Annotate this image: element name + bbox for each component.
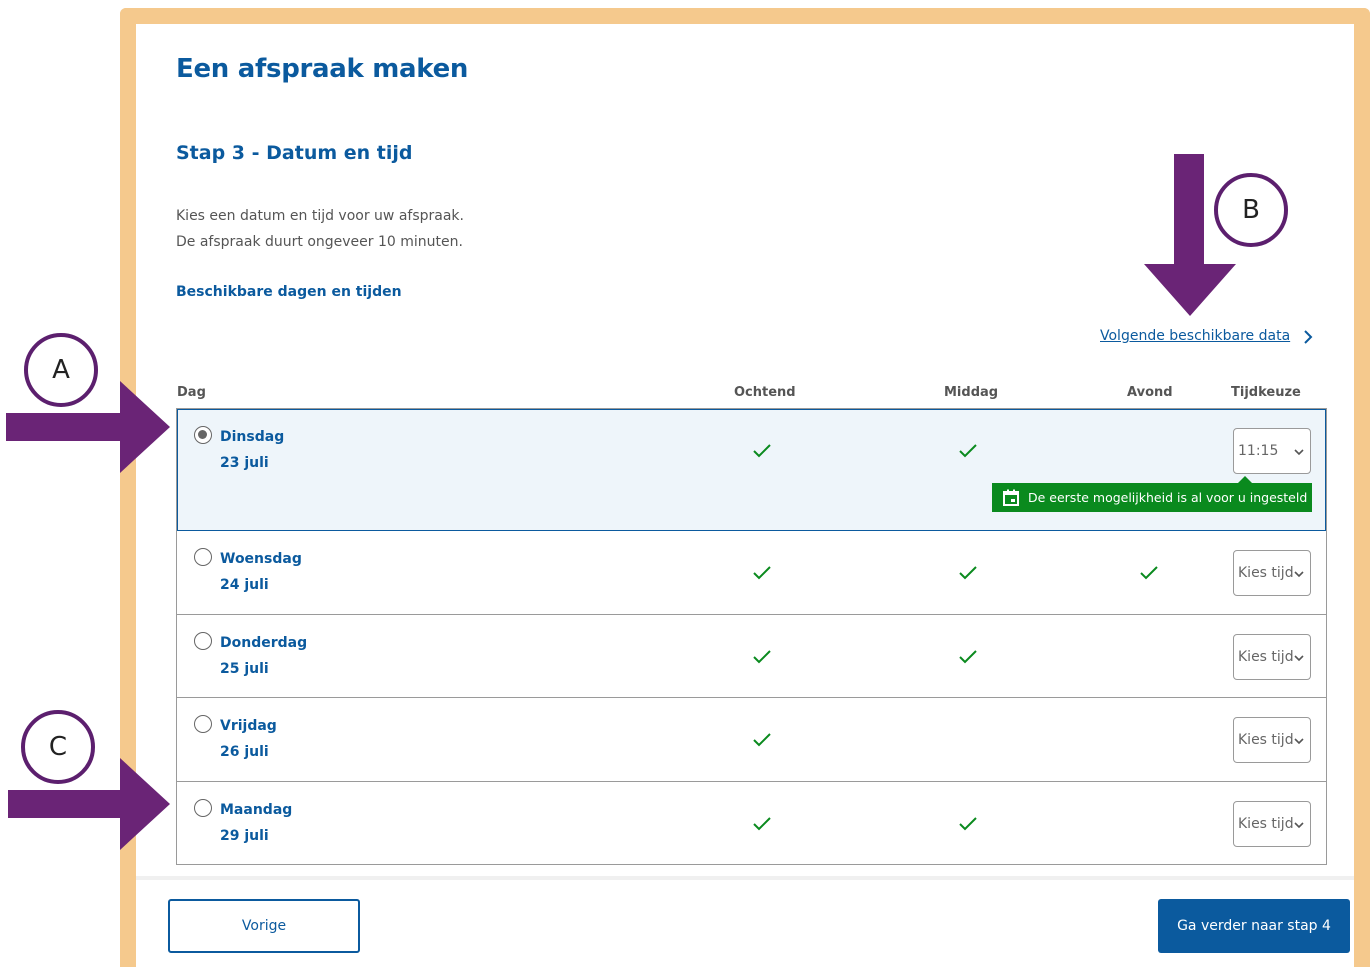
check-icon [959, 817, 977, 831]
check-icon [753, 444, 771, 458]
time-select-value: Kies tijd [1238, 565, 1294, 581]
calendar-icon [1003, 489, 1019, 506]
check-icon [1140, 566, 1158, 580]
check-icon [753, 566, 771, 580]
time-select[interactable]: 11:15 [1233, 428, 1311, 474]
check-icon [753, 733, 771, 747]
intro-text: Kies een datum en tijd voor uw afspraak.… [176, 203, 464, 255]
row-day-name: Maandag [220, 802, 293, 818]
time-select-value: 11:15 [1238, 443, 1279, 459]
row-day-date: 24 juli [220, 577, 269, 593]
time-select-value: Kies tijd [1238, 649, 1294, 665]
row-day-date: 25 juli [220, 661, 269, 677]
annotation-marker-a: A [24, 333, 98, 407]
check-icon [959, 650, 977, 664]
chevron-right-icon[interactable] [1300, 329, 1316, 345]
time-select[interactable]: Kies tijd [1233, 634, 1311, 680]
time-select[interactable]: Kies tijd [1233, 550, 1311, 596]
day-radio[interactable] [194, 799, 212, 817]
column-header-afternoon: Middag [944, 385, 999, 400]
column-header-morning: Ochtend [734, 385, 796, 400]
availability-table: Dinsdag 23 juli 11:15 De eerste mogelijk… [176, 408, 1327, 865]
chevron-down-icon [1294, 655, 1304, 662]
column-header-evening: Avond [1127, 385, 1173, 400]
check-icon [753, 650, 771, 664]
arrow-down-icon [1144, 154, 1236, 316]
tooltip-text: De eerste mogelijkheid is al voor u inge… [1028, 490, 1308, 505]
next-step-button[interactable]: Ga verder naar stap 4 [1158, 899, 1350, 953]
day-radio[interactable] [194, 715, 212, 733]
next-available-dates-link[interactable]: Volgende beschikbare data [1100, 328, 1290, 344]
check-icon [959, 566, 977, 580]
page-title: Een afspraak maken [176, 54, 469, 84]
row-day-name: Vrijdag [220, 718, 277, 734]
day-radio[interactable] [194, 632, 212, 650]
column-header-time: Tijdkeuze [1231, 385, 1301, 400]
check-icon [959, 444, 977, 458]
table-row[interactable]: Maandag 29 juli Kies tijd [177, 782, 1326, 866]
chevron-down-icon [1294, 449, 1304, 456]
annotation-marker-c: C [21, 710, 95, 784]
chevron-down-icon [1294, 822, 1304, 829]
first-option-tooltip: De eerste mogelijkheid is al voor u inge… [992, 476, 1312, 512]
time-select-value: Kies tijd [1238, 732, 1294, 748]
time-select[interactable]: Kies tijd [1233, 801, 1311, 847]
row-day-name: Donderdag [220, 635, 308, 651]
day-radio[interactable] [194, 548, 212, 566]
row-day-date: 23 juli [220, 455, 269, 471]
available-days-heading: Beschikbare dagen en tijden [176, 284, 402, 300]
chevron-down-icon [1294, 571, 1304, 578]
intro-line-1: Kies een datum en tijd voor uw afspraak. [176, 208, 464, 224]
row-day-date: 29 juli [220, 828, 269, 844]
table-row[interactable]: Woensdag 24 juli Kies tijd [177, 531, 1326, 615]
check-icon [753, 817, 771, 831]
previous-button[interactable]: Vorige [168, 899, 360, 953]
time-select-value: Kies tijd [1238, 816, 1294, 832]
day-radio-selected[interactable] [194, 426, 212, 444]
annotation-marker-b: B [1214, 173, 1288, 247]
footer-divider [136, 876, 1354, 880]
chevron-down-icon [1294, 738, 1304, 745]
table-row-selected[interactable]: Dinsdag 23 juli 11:15 De eerste mogelijk… [177, 409, 1326, 531]
row-day-name: Woensdag [220, 551, 302, 567]
intro-line-2: De afspraak duurt ongeveer 10 minuten. [176, 234, 463, 250]
row-day-date: 26 juli [220, 744, 269, 760]
time-select[interactable]: Kies tijd [1233, 717, 1311, 763]
column-header-day: Dag [177, 385, 206, 400]
row-day-name: Dinsdag [220, 429, 285, 445]
step-title: Stap 3 - Datum en tijd [176, 142, 413, 164]
table-row[interactable]: Donderdag 25 juli Kies tijd [177, 615, 1326, 698]
table-row[interactable]: Vrijdag 26 juli Kies tijd [177, 698, 1326, 782]
